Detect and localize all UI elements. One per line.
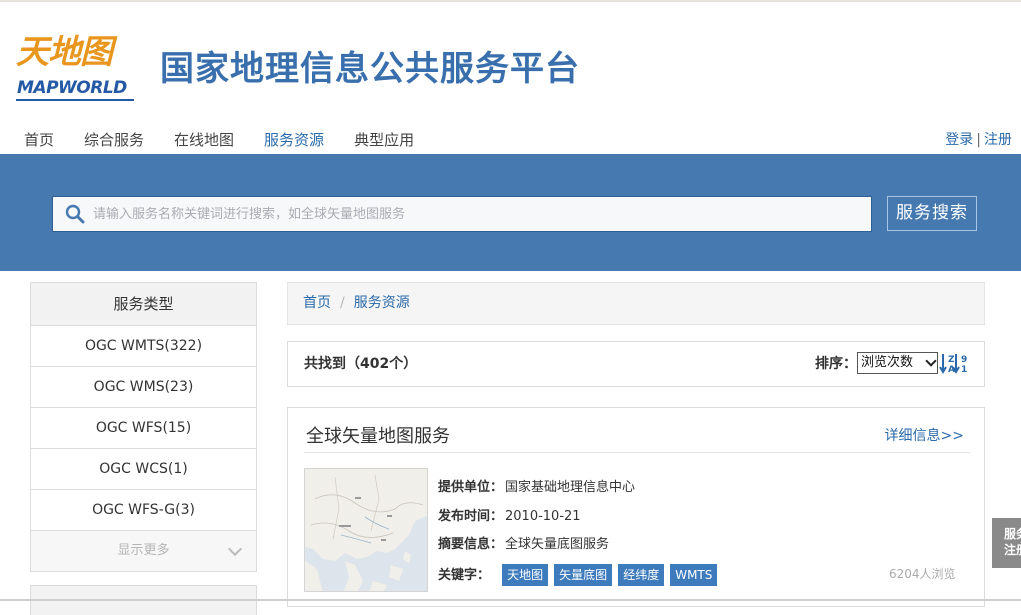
breadcrumb: 首页 / 服务资源	[287, 282, 985, 325]
top-border	[0, 0, 1021, 2]
login-link[interactable]: 登录	[945, 132, 973, 148]
service-map-thumbnail[interactable]	[304, 468, 428, 592]
keyword-tag[interactable]: 天地图	[502, 564, 549, 586]
sidebar-item-ogc-wcs[interactable]: OGC WCS(1)	[31, 449, 256, 490]
detail-link[interactable]: 详细信息>>	[885, 425, 964, 447]
logo-english-text: MAPWORLD	[17, 78, 127, 98]
dropdown-arrow-icon	[925, 355, 937, 367]
keywords-label: 关键字：	[438, 568, 491, 583]
mapworld-logo[interactable]: 天地图 MAPWORLD	[16, 32, 136, 102]
svg-text:Z: Z	[948, 355, 955, 365]
publish-date-label: 发布时间：	[438, 509, 504, 524]
nav-item-online-map[interactable]: 在线地图	[174, 129, 234, 151]
show-more-button[interactable]: 显示更多	[31, 531, 256, 571]
auth-separator: |	[976, 132, 981, 148]
result-summary-bar: 共找到（402个） 排序： 浏览次数 Z A 9 1	[287, 341, 985, 387]
site-title: 国家地理信息公共服务平台	[160, 49, 580, 89]
keywords-row: 关键字： 天地图 矢量底图 经纬度 WMTS	[438, 564, 723, 586]
nav-item-typical-applications[interactable]: 典型应用	[354, 129, 414, 151]
service-register-side-tab[interactable]: 服务 注册	[992, 518, 1021, 568]
sort-select[interactable]: 浏览次数	[857, 352, 938, 374]
sidebar-item-ogc-wfs-g[interactable]: OGC WFS-G(3)	[31, 490, 256, 531]
provider-label: 提供单位：	[438, 480, 504, 495]
view-count: 6204人浏览	[889, 567, 956, 581]
publish-date-value: 2010-10-21	[505, 509, 581, 524]
logo-underline	[16, 99, 134, 101]
sort-label: 排序：	[815, 356, 857, 372]
provider-value: 国家基础地理信息中心	[505, 480, 636, 495]
publish-date-row: 发布时间： 2010-10-21	[438, 507, 581, 527]
search-input[interactable]	[93, 197, 863, 231]
breadcrumb-separator: /	[340, 295, 345, 311]
svg-text:9: 9	[961, 355, 967, 365]
sidebar-item-ogc-wms[interactable]: OGC WMS(23)	[31, 367, 256, 408]
side-tab-line2: 注册	[1004, 543, 1021, 557]
search-button[interactable]: 服务搜索	[887, 196, 977, 231]
summary-row: 摘要信息： 全球矢量底图服务	[438, 535, 609, 555]
sort-selected-value: 浏览次数	[861, 355, 914, 370]
result-count: 共找到（402个）	[304, 356, 418, 372]
service-card: 全球矢量地图服务 详细信息>> 提供单位： 国家基础地理信息中心 发布时间： 201…	[287, 407, 985, 607]
nav-item-service-resources[interactable]: 服务资源	[264, 129, 324, 151]
service-title[interactable]: 全球矢量地图服务	[306, 424, 450, 450]
provider-row: 提供单位： 国家基础地理信息中心	[438, 478, 635, 498]
sidebar-title: 服务类型	[31, 283, 256, 326]
sort-alpha-icon[interactable]: Z A 9 1	[939, 352, 971, 375]
auth-links: 登录 | 注册	[945, 129, 1012, 151]
summary-value: 全球矢量底图服务	[505, 537, 610, 552]
nav-item-home[interactable]: 首页	[24, 129, 54, 151]
sidebar-item-ogc-wmts[interactable]: OGC WMTS(322)	[31, 326, 256, 367]
search-icon	[65, 204, 85, 224]
svg-text:1: 1	[961, 365, 967, 374]
sidebar-item-ogc-wfs[interactable]: OGC WFS(15)	[31, 408, 256, 449]
keyword-tag[interactable]: 矢量底图	[554, 564, 613, 586]
card-divider	[304, 452, 970, 453]
show-more-label: 显示更多	[117, 543, 170, 558]
main-nav: 首页 综合服务 在线地图 服务资源 典型应用	[24, 129, 444, 151]
summary-label: 摘要信息：	[438, 537, 504, 552]
search-box	[52, 196, 872, 232]
search-banner: 服务搜索	[0, 154, 1021, 271]
register-link[interactable]: 注册	[984, 132, 1012, 148]
side-tab-line1: 服务	[1004, 527, 1021, 541]
breadcrumb-home[interactable]: 首页	[303, 295, 331, 311]
nav-item-integrated-services[interactable]: 综合服务	[84, 129, 144, 151]
keyword-tag[interactable]: WMTS	[670, 564, 718, 586]
keyword-tag[interactable]: 经纬度	[618, 564, 665, 586]
service-type-sidebar: 服务类型 OGC WMTS(322) OGC WMS(23) OGC WFS(1…	[30, 282, 257, 572]
chevron-down-icon	[227, 541, 243, 557]
logo-chinese-text: 天地图	[16, 32, 113, 71]
breadcrumb-service-resources[interactable]: 服务资源	[354, 295, 410, 311]
